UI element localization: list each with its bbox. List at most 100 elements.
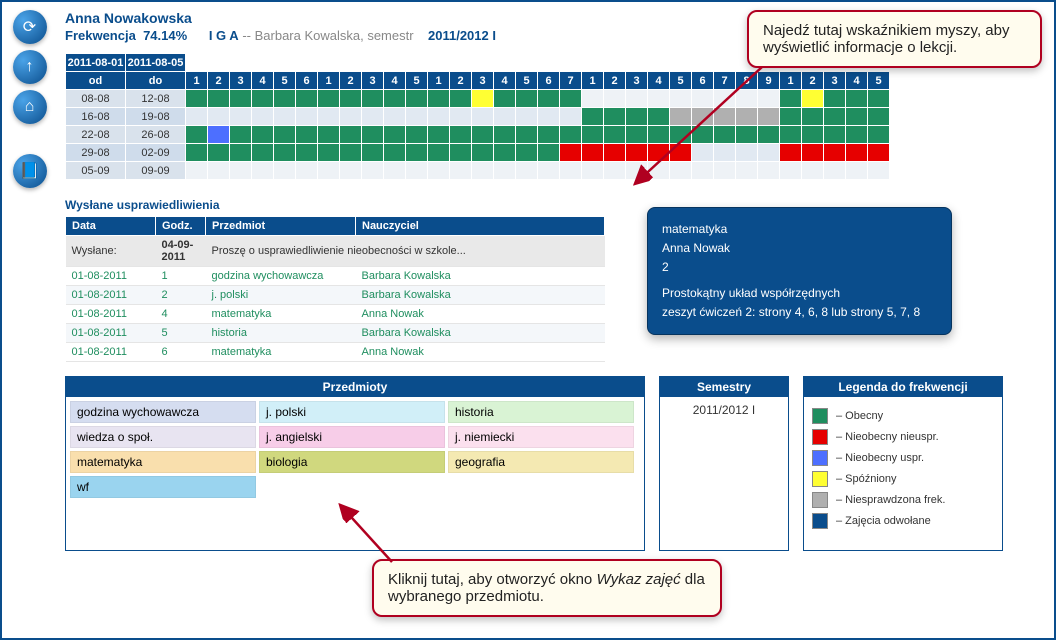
attendance-cell[interactable] — [626, 144, 648, 162]
attendance-cell[interactable] — [274, 126, 296, 144]
attendance-cell[interactable] — [494, 144, 516, 162]
excuses-cell[interactable]: 2 — [156, 286, 206, 305]
attendance-cell[interactable] — [648, 90, 670, 108]
attendance-cell[interactable] — [648, 126, 670, 144]
attendance-cell[interactable] — [604, 126, 626, 144]
attendance-cell[interactable] — [670, 144, 692, 162]
attendance-cell[interactable] — [802, 126, 824, 144]
attendance-cell[interactable] — [560, 144, 582, 162]
attendance-cell[interactable] — [780, 108, 802, 126]
attendance-cell[interactable] — [428, 108, 450, 126]
attendance-cell[interactable] — [296, 108, 318, 126]
attendance-cell[interactable] — [560, 90, 582, 108]
attendance-cell[interactable] — [538, 126, 560, 144]
attendance-cell[interactable] — [450, 144, 472, 162]
excuses-cell[interactable]: Anna Nowak — [356, 343, 605, 362]
attendance-cell[interactable] — [252, 108, 274, 126]
attendance-cell[interactable] — [208, 90, 230, 108]
attendance-cell[interactable] — [846, 126, 868, 144]
attendance-cell[interactable] — [406, 108, 428, 126]
attendance-cell[interactable] — [758, 108, 780, 126]
subject-chip[interactable]: historia — [448, 401, 634, 423]
attendance-cell[interactable] — [582, 108, 604, 126]
attendance-cell[interactable] — [296, 144, 318, 162]
attendance-cell[interactable] — [868, 126, 890, 144]
attendance-cell[interactable] — [582, 162, 604, 180]
attendance-cell[interactable] — [538, 162, 560, 180]
attendance-cell[interactable] — [648, 144, 670, 162]
attendance-cell[interactable] — [450, 108, 472, 126]
excuses-cell[interactable]: 01-08-2011 — [66, 324, 156, 343]
attendance-cell[interactable] — [252, 144, 274, 162]
excuses-cell[interactable]: historia — [206, 324, 356, 343]
attendance-cell[interactable] — [186, 108, 208, 126]
attendance-cell[interactable] — [714, 90, 736, 108]
book-button[interactable]: 📘 — [13, 154, 47, 188]
attendance-cell[interactable] — [252, 90, 274, 108]
attendance-cell[interactable] — [780, 90, 802, 108]
attendance-cell[interactable] — [560, 162, 582, 180]
attendance-cell[interactable] — [362, 90, 384, 108]
attendance-cell[interactable] — [802, 90, 824, 108]
attendance-cell[interactable] — [868, 144, 890, 162]
attendance-cell[interactable] — [450, 162, 472, 180]
excuses-cell[interactable]: 01-08-2011 — [66, 343, 156, 362]
attendance-cell[interactable] — [670, 126, 692, 144]
attendance-cell[interactable] — [406, 90, 428, 108]
attendance-cell[interactable] — [538, 108, 560, 126]
attendance-cell[interactable] — [692, 162, 714, 180]
attendance-cell[interactable] — [824, 108, 846, 126]
attendance-cell[interactable] — [384, 126, 406, 144]
excuses-cell[interactable]: matematyka — [206, 305, 356, 324]
attendance-cell[interactable] — [362, 162, 384, 180]
attendance-cell[interactable] — [824, 126, 846, 144]
attendance-cell[interactable] — [670, 108, 692, 126]
subject-chip[interactable]: geografia — [448, 451, 634, 473]
attendance-cell[interactable] — [318, 126, 340, 144]
excuses-cell[interactable]: Anna Nowak — [356, 305, 605, 324]
attendance-cell[interactable] — [846, 90, 868, 108]
attendance-cell[interactable] — [868, 162, 890, 180]
attendance-cell[interactable] — [494, 90, 516, 108]
attendance-cell[interactable] — [846, 108, 868, 126]
attendance-cell[interactable] — [450, 126, 472, 144]
attendance-cell[interactable] — [736, 162, 758, 180]
refresh-button[interactable]: ⟳ — [13, 10, 47, 44]
attendance-cell[interactable] — [824, 144, 846, 162]
attendance-cell[interactable] — [846, 144, 868, 162]
attendance-cell[interactable] — [428, 126, 450, 144]
attendance-cell[interactable] — [780, 126, 802, 144]
subject-chip[interactable]: j. niemiecki — [448, 426, 634, 448]
attendance-cell[interactable] — [186, 144, 208, 162]
attendance-cell[interactable] — [868, 108, 890, 126]
attendance-cell[interactable] — [384, 162, 406, 180]
attendance-cell[interactable] — [626, 162, 648, 180]
attendance-cell[interactable] — [714, 162, 736, 180]
attendance-cell[interactable] — [824, 90, 846, 108]
attendance-cell[interactable] — [802, 144, 824, 162]
attendance-cell[interactable] — [538, 144, 560, 162]
attendance-cell[interactable] — [758, 162, 780, 180]
attendance-cell[interactable] — [318, 162, 340, 180]
attendance-cell[interactable] — [340, 162, 362, 180]
attendance-cell[interactable] — [560, 126, 582, 144]
attendance-cell[interactable] — [428, 144, 450, 162]
attendance-cell[interactable] — [186, 162, 208, 180]
attendance-cell[interactable] — [252, 162, 274, 180]
attendance-cell[interactable] — [604, 108, 626, 126]
attendance-cell[interactable] — [384, 144, 406, 162]
attendance-cell[interactable] — [516, 90, 538, 108]
attendance-cell[interactable] — [428, 162, 450, 180]
attendance-cell[interactable] — [296, 162, 318, 180]
attendance-cell[interactable] — [626, 90, 648, 108]
attendance-cell[interactable] — [670, 162, 692, 180]
attendance-cell[interactable] — [582, 90, 604, 108]
attendance-cell[interactable] — [230, 126, 252, 144]
attendance-cell[interactable] — [692, 126, 714, 144]
attendance-cell[interactable] — [186, 126, 208, 144]
attendance-cell[interactable] — [252, 126, 274, 144]
attendance-cell[interactable] — [560, 108, 582, 126]
excuses-cell[interactable]: Barbara Kowalska — [356, 286, 605, 305]
attendance-cell[interactable] — [494, 162, 516, 180]
excuses-cell[interactable]: 5 — [156, 324, 206, 343]
